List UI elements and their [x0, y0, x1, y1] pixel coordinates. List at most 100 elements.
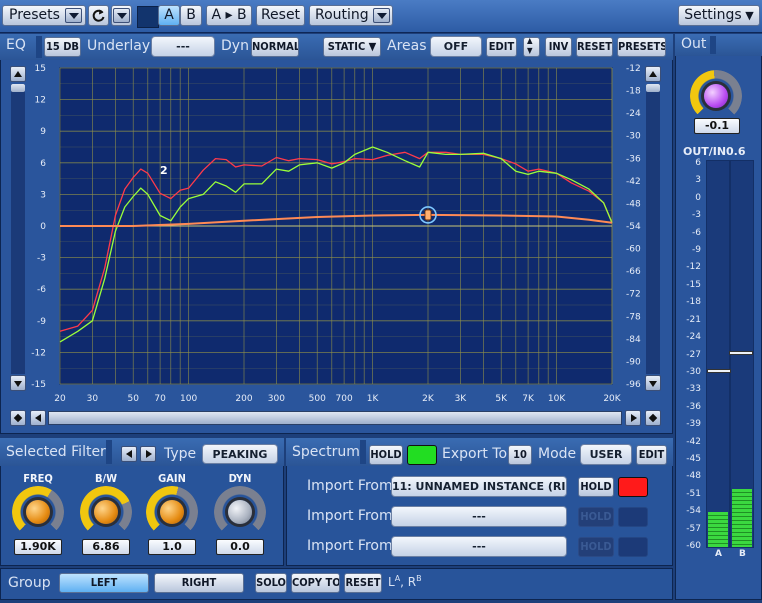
dyn-value[interactable]: 0.0: [216, 539, 264, 555]
group-left-button[interactable]: LEFT: [59, 573, 149, 593]
right-tick-label: -78: [626, 312, 641, 322]
meter-a-level: [708, 512, 728, 547]
left-tick-label: 12: [35, 96, 46, 106]
import-color-swatch[interactable]: [618, 477, 648, 497]
h-scroll-left[interactable]: [30, 410, 46, 426]
solo-button[interactable]: SOLO: [255, 573, 287, 593]
reset-button[interactable]: Reset: [256, 5, 305, 26]
right-tick-label: -36: [626, 154, 641, 164]
freq-tick-label: 700: [336, 394, 353, 404]
undo-history-button[interactable]: [111, 5, 132, 26]
freq-value[interactable]: 1.90K: [14, 539, 62, 555]
import-hold-button[interactable]: HOLD: [578, 507, 614, 527]
stepper-icon: ▲ ▼: [527, 37, 533, 55]
routing-button[interactable]: Routing: [309, 5, 393, 26]
right-tick-label: -66: [626, 267, 641, 277]
knob-cap: [94, 500, 118, 524]
inv-button[interactable]: INV: [545, 37, 572, 57]
filter-node-handle[interactable]: [424, 209, 432, 221]
dyn-label: Dyn: [221, 38, 249, 54]
zoom-right-diamond[interactable]: [645, 410, 661, 426]
underlay-select[interactable]: ---: [151, 36, 215, 57]
dyn-knob[interactable]: [214, 486, 266, 538]
filter-type-select[interactable]: PEAKING: [202, 444, 278, 464]
prev-filter-button[interactable]: [121, 446, 137, 462]
selected-filter-tab: [106, 440, 112, 464]
areas-stepper[interactable]: ▲ ▼: [523, 37, 540, 57]
left-tick-label: -12: [31, 348, 46, 358]
meter-tick-label: -60: [686, 541, 701, 551]
freq-tick-label: 500: [309, 394, 326, 404]
presets-button[interactable]: Presets: [2, 5, 86, 26]
meter-tick-label: -27: [686, 349, 701, 360]
spectrum-edit-button[interactable]: EDIT: [636, 445, 667, 465]
channel-assignment: LA, RB: [388, 574, 422, 589]
eq-presets-button[interactable]: PRESETS: [617, 37, 666, 57]
import-from-label: Import From: [307, 538, 393, 554]
channel-r-sup: B: [416, 574, 422, 583]
freq-tick-label: 200: [235, 394, 252, 404]
ab-b-button[interactable]: B: [180, 5, 202, 26]
freq-tick-label: 2K: [422, 394, 435, 404]
meter-tick-label: 3: [695, 175, 701, 186]
freq-tick-label: 5K: [495, 394, 508, 404]
dyn-mode-button[interactable]: NORMAL: [251, 37, 299, 57]
meter-tick-label: -39: [686, 419, 701, 430]
eq-reset-button[interactable]: RESET: [576, 37, 613, 57]
right-tick-label: -72: [626, 290, 641, 300]
copy-to-button[interactable]: COPY TO: [291, 573, 340, 593]
import-from-select[interactable]: ---: [391, 536, 567, 557]
eq-section-label: EQ: [6, 37, 26, 53]
meter-b-handle[interactable]: [729, 351, 753, 355]
bw-value[interactable]: 6.86: [82, 539, 130, 555]
gain-knob[interactable]: [146, 486, 198, 538]
freq-knob[interactable]: [12, 486, 64, 538]
meter-tick-label: -57: [686, 523, 701, 534]
freq-tick-label: 1K: [367, 394, 380, 404]
spectrum-tab: [360, 440, 366, 464]
meter-tick-label: -45: [686, 453, 701, 464]
import-hold-button[interactable]: HOLD: [578, 477, 614, 497]
zoom-left-diamond[interactable]: [10, 410, 26, 426]
h-scroll-track[interactable]: [48, 411, 622, 425]
bw-knob[interactable]: [80, 486, 132, 538]
next-filter-button[interactable]: [140, 446, 156, 462]
ab-a-button[interactable]: A: [158, 5, 180, 26]
areas-select[interactable]: OFF: [430, 36, 482, 57]
import-from-select[interactable]: 11: UNNAMED INSTANCE (RIGHT): [391, 476, 567, 497]
meter-b-label: B: [739, 549, 746, 559]
meter-tick-label: 0: [695, 192, 701, 203]
out-tab: [710, 36, 716, 54]
right-tick-label: -18: [626, 87, 641, 97]
filter-type-label: Type: [164, 446, 197, 462]
undo-button[interactable]: [88, 5, 109, 26]
spectrum-hold-button[interactable]: HOLD: [369, 445, 403, 465]
areas-edit-button[interactable]: EDIT: [486, 37, 517, 57]
import-color-swatch[interactable]: [618, 507, 648, 527]
channel-r: , R: [400, 575, 417, 589]
eq-graph[interactable]: 15129630-3-6-9-12-15-12-18-24-30-36-42-4…: [0, 60, 673, 405]
caret-down-icon: ▼: [741, 9, 754, 22]
right-tick-label: -48: [626, 199, 641, 209]
import-from-select[interactable]: ---: [391, 506, 567, 527]
meter-tick-label: -30: [686, 366, 701, 377]
mode-select[interactable]: USER: [580, 444, 632, 465]
a-to-b-button[interactable]: A ▸ B: [206, 5, 252, 26]
group-right-button[interactable]: RIGHT: [154, 573, 244, 593]
spectrum-hold-led[interactable]: [407, 445, 437, 465]
static-button[interactable]: STATIC ▼: [323, 37, 381, 57]
h-scroll-right[interactable]: [625, 410, 641, 426]
import-color-swatch[interactable]: [618, 537, 648, 557]
routing-label: Routing: [315, 7, 369, 23]
left-tick-label: -3: [37, 254, 46, 264]
left-tick-label: 6: [40, 159, 46, 169]
group-reset-button[interactable]: RESET: [344, 573, 382, 593]
channel-l: L: [388, 575, 395, 589]
export-to-field[interactable]: 10: [508, 445, 532, 465]
import-hold-button[interactable]: HOLD: [578, 537, 614, 557]
range-button[interactable]: 15 DB: [44, 37, 81, 57]
left-tick-label: 0: [40, 222, 46, 232]
meter-a-handle[interactable]: [707, 369, 731, 373]
gain-value[interactable]: 1.0: [148, 539, 196, 555]
meter-tick-label: -42: [686, 436, 701, 447]
